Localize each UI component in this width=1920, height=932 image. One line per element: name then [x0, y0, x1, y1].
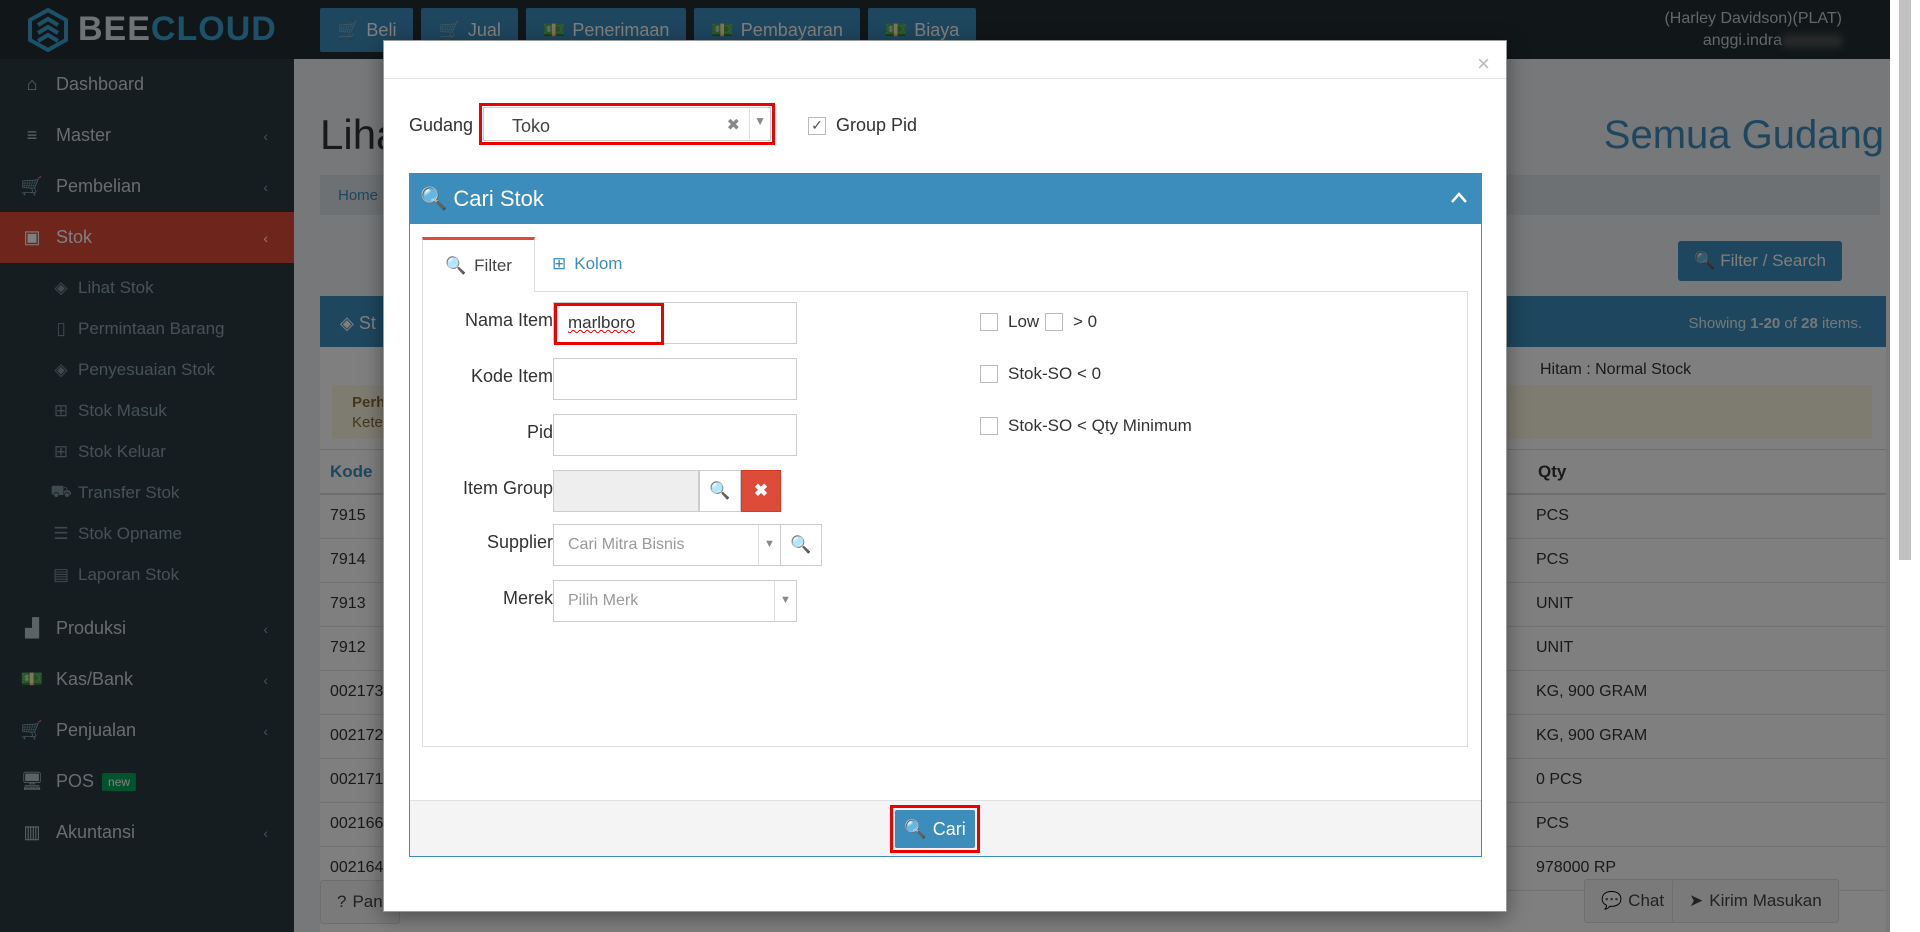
gudang-label: Gudang	[409, 115, 474, 135]
item-group-label: Item Group	[462, 478, 553, 498]
item-group-input	[553, 470, 699, 512]
supplier-label: Supplier	[486, 532, 553, 552]
chevron-down-icon: ▼	[758, 525, 780, 565]
table-icon: ⊞	[552, 254, 567, 273]
merek-select[interactable]: Pilih Merk ▼	[553, 580, 797, 622]
low-checkbox[interactable]	[980, 313, 998, 331]
chevron-up-icon[interactable]	[1449, 188, 1469, 208]
group-pid-checkbox[interactable]: ✓	[808, 116, 826, 135]
cari-button[interactable]: 🔍 Cari	[895, 810, 975, 848]
search-modal: × Gudang Toko ✖ ▼ ✓ Group Pid 🔍 Cari Sto…	[383, 40, 1507, 912]
search-icon: 🔍	[790, 535, 812, 554]
kode-item-label: Kode Item	[470, 366, 553, 386]
highlight-box	[554, 303, 664, 345]
search-icon: 🔍	[420, 186, 448, 211]
merek-label: Merek	[502, 588, 553, 608]
search-icon: 🔍	[709, 481, 731, 500]
group-pid-label: Group Pid	[836, 115, 918, 135]
item-group-clear-button[interactable]: ✖	[741, 470, 781, 512]
gudang-value: Toko	[512, 116, 551, 136]
cari-stok-panel: 🔍 Cari Stok 🔍 Filter ⊞ Kolom Nama Item mar…	[409, 173, 1482, 857]
chevron-down-icon[interactable]: ▼	[754, 114, 766, 128]
group-pid-toggle[interactable]: ✓ Group Pid	[808, 115, 917, 136]
modal-divider	[384, 78, 1506, 79]
stok-so-lt-min-checkbox[interactable]	[980, 417, 998, 435]
panel-title: Cari Stok	[453, 186, 544, 211]
item-group-search-button[interactable]: 🔍	[699, 470, 741, 512]
clear-icon[interactable]: ✖	[727, 115, 740, 135]
stok-so-lt-min-filter[interactable]: Stok-SO < Qty Minimum	[980, 416, 1192, 436]
close-icon: ✖	[753, 481, 769, 500]
pid-label: Pid	[526, 422, 553, 442]
pid-input[interactable]	[553, 414, 797, 456]
chevron-down-icon: ▼	[774, 581, 796, 621]
gudang-select[interactable]: Toko ✖ ▼	[479, 103, 775, 145]
supplier-search-button[interactable]: 🔍	[780, 524, 822, 566]
panel-footer: 🔍 Cari	[410, 800, 1481, 856]
kode-item-input[interactable]	[553, 358, 797, 400]
page-scrollbar[interactable]	[1890, 0, 1920, 932]
stok-so-lt0-checkbox[interactable]	[980, 365, 998, 383]
merek-placeholder: Pilih Merk	[568, 592, 639, 609]
search-icon: 🔍	[904, 818, 927, 839]
gt0-checkbox[interactable]	[1045, 313, 1063, 331]
cari-stok-header[interactable]: 🔍 Cari Stok	[410, 174, 1481, 224]
nama-item-input[interactable]: marlboro	[553, 302, 797, 345]
tab-filter[interactable]: 🔍 Filter	[422, 237, 535, 292]
tab-kolom[interactable]: ⊞ Kolom	[530, 237, 644, 291]
scrollbar-thumb[interactable]	[1899, 0, 1911, 560]
supplier-select[interactable]: Cari Mitra Bisnis ▼	[553, 524, 781, 566]
filter-tab-content: Nama Item marlboro Kode Item Pid Item Gr…	[422, 291, 1468, 747]
close-icon[interactable]: ×	[1477, 51, 1490, 77]
highlight-box: 🔍 Cari	[890, 805, 980, 853]
supplier-placeholder: Cari Mitra Bisnis	[568, 536, 685, 553]
gt0-filter[interactable]: > 0	[1045, 312, 1097, 332]
stok-so-lt0-filter[interactable]: Stok-SO < 0	[980, 364, 1101, 384]
low-filter[interactable]: Low	[980, 312, 1039, 332]
nama-item-label: Nama Item	[464, 310, 553, 330]
search-icon: 🔍	[445, 256, 467, 275]
